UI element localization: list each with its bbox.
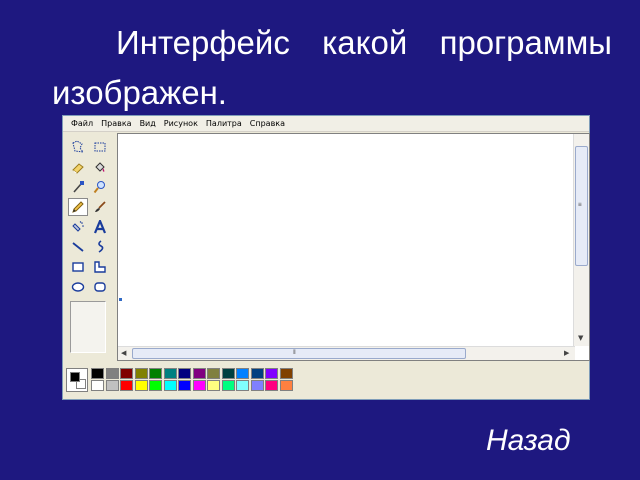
color-swatch[interactable] xyxy=(221,380,235,391)
drawing-canvas[interactable] xyxy=(121,136,573,356)
color-swatch[interactable] xyxy=(120,380,133,391)
color-swatch[interactable] xyxy=(178,368,191,379)
vertical-scrollbar[interactable]: ≡ ▼ xyxy=(573,134,589,346)
text-tool[interactable] xyxy=(90,218,110,236)
horizontal-scroll-thumb[interactable]: ⦀ xyxy=(132,348,466,359)
color-swatch[interactable] xyxy=(236,368,249,379)
brush-icon xyxy=(95,201,106,212)
scroll-down-arrow-icon[interactable]: ▼ xyxy=(578,333,583,343)
free-select-tool[interactable] xyxy=(68,138,88,156)
polygon-icon xyxy=(94,261,106,273)
color-swatch[interactable] xyxy=(192,368,206,379)
rect-select-tool[interactable] xyxy=(90,138,110,156)
curve-icon xyxy=(98,240,104,253)
ellipse-tool[interactable] xyxy=(68,278,88,296)
menu-image[interactable]: Рисунок xyxy=(160,117,202,131)
menu-help[interactable]: Справка xyxy=(246,117,289,131)
magnifier-tool[interactable] xyxy=(90,178,110,196)
vertical-scroll-thumb[interactable]: ≡ xyxy=(575,146,588,266)
menu-colors[interactable]: Палитра xyxy=(202,117,246,131)
color-picker-icon xyxy=(73,181,84,193)
color-swatch[interactable] xyxy=(163,368,177,379)
color-swatch[interactable] xyxy=(120,368,133,379)
scroll-right-arrow-icon[interactable]: ▶ xyxy=(564,348,569,358)
eraser-tool[interactable] xyxy=(68,158,88,176)
color-swatch[interactable] xyxy=(221,368,235,379)
rectangle-tool[interactable] xyxy=(68,258,88,276)
color-swatch[interactable] xyxy=(279,380,293,391)
eraser-icon xyxy=(72,163,84,174)
color-picker-tool[interactable] xyxy=(68,178,88,196)
foreground-color[interactable] xyxy=(70,372,80,382)
color-swatch[interactable] xyxy=(105,380,119,391)
curve-tool[interactable] xyxy=(90,238,110,256)
color-swatch[interactable] xyxy=(250,368,264,379)
color-swatch[interactable] xyxy=(134,368,148,379)
color-swatch[interactable] xyxy=(265,368,278,379)
brush-tool[interactable] xyxy=(90,198,110,216)
fill-icon xyxy=(95,162,105,172)
menu-bar: Файл Правка Вид Рисунок Палитра Справка xyxy=(63,116,589,132)
color-swatch[interactable] xyxy=(279,368,293,379)
color-swatch[interactable] xyxy=(163,380,177,391)
text-icon xyxy=(93,220,107,234)
color-swatch[interactable] xyxy=(91,368,104,379)
menu-view[interactable]: Вид xyxy=(136,117,160,131)
canvas-area: ≡ ▼ ◀ ⦀ ▶ xyxy=(117,133,590,361)
color-swatch[interactable] xyxy=(265,380,278,391)
color-swatch[interactable] xyxy=(91,380,104,391)
rect-select-icon xyxy=(94,142,106,152)
free-select-icon xyxy=(72,140,85,153)
color-swatch[interactable] xyxy=(105,368,119,379)
color-palette xyxy=(63,363,589,399)
rectangle-icon xyxy=(72,262,84,272)
palette-row-2 xyxy=(91,380,294,391)
canvas-resize-handle[interactable] xyxy=(119,298,122,301)
horizontal-scrollbar[interactable]: ◀ ⦀ ▶ xyxy=(118,346,575,360)
slide-title: Интерфейс какой программы изображен. xyxy=(52,24,612,111)
airbrush-icon xyxy=(72,221,84,232)
magnifier-icon xyxy=(93,181,105,194)
grip-icon: ≡ xyxy=(578,201,582,208)
airbrush-tool[interactable] xyxy=(68,218,88,236)
rounded-rect-tool[interactable] xyxy=(90,278,110,296)
color-swatch[interactable] xyxy=(250,380,264,391)
color-swatch[interactable] xyxy=(207,380,220,391)
line-tool[interactable] xyxy=(68,238,88,256)
grip-icon: ⦀ xyxy=(293,349,296,356)
tool-options-panel[interactable] xyxy=(70,301,106,353)
color-swatch[interactable] xyxy=(149,380,162,391)
pencil-tool[interactable] xyxy=(68,198,88,216)
color-swatch[interactable] xyxy=(236,380,249,391)
line-icon xyxy=(72,242,84,252)
color-swatch[interactable] xyxy=(207,368,220,379)
polygon-tool[interactable] xyxy=(90,258,110,276)
scroll-left-arrow-icon[interactable]: ◀ xyxy=(121,348,126,358)
menu-file[interactable]: Файл xyxy=(67,117,97,131)
menu-edit[interactable]: Правка xyxy=(97,117,135,131)
color-swatch[interactable] xyxy=(178,380,191,391)
rounded-rect-icon xyxy=(94,282,106,292)
color-swatch[interactable] xyxy=(149,368,162,379)
pencil-icon xyxy=(72,201,84,213)
ellipse-icon xyxy=(71,282,85,292)
color-swatch[interactable] xyxy=(134,380,148,391)
color-swatch[interactable] xyxy=(192,380,206,391)
fill-tool[interactable] xyxy=(90,158,110,176)
back-button[interactable]: Назад xyxy=(486,424,571,458)
current-colors[interactable] xyxy=(66,368,88,392)
palette-row-1 xyxy=(91,368,294,379)
paint-window: Файл Правка Вид Рисунок Палитра Справка xyxy=(62,115,590,400)
